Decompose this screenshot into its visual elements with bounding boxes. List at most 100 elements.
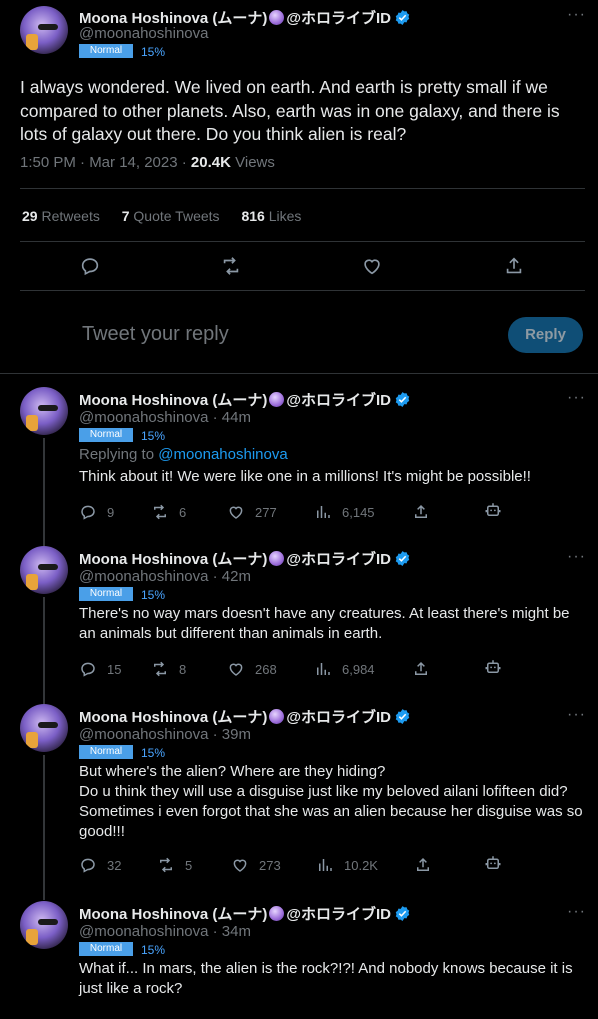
main-tweet: Moona Hoshinova (ムーナ) @ホロライブID @moonahos… (0, 0, 598, 372)
quotes-stat[interactable]: 7 Quote Tweets (122, 208, 220, 224)
divider (20, 188, 585, 189)
reply-action[interactable]: 15 (79, 660, 121, 678)
tweet-time[interactable]: 1:50 PM · Mar 14, 2023 · (20, 154, 187, 171)
views-action[interactable]: 10.2K (316, 856, 378, 874)
grok-action[interactable] (484, 854, 512, 872)
status-percent: 15% (141, 429, 166, 443)
avatar[interactable] (20, 387, 68, 435)
status-badge: Normal (79, 745, 133, 759)
crystal-ball-icon (269, 551, 285, 566)
grok-action[interactable] (484, 501, 512, 519)
status-badge: Normal (79, 587, 133, 601)
share-action[interactable] (414, 856, 442, 874)
reply-input[interactable]: Tweet your reply (82, 323, 229, 346)
retweets-stat[interactable]: 29 Retweets (22, 208, 100, 224)
replying-to-link[interactable]: @moonahoshinova (158, 446, 287, 463)
reply-tweet[interactable]: Moona Hoshinova (ムーナ) @ホロライブID @moonahos… (0, 546, 598, 696)
views-label: Views (235, 154, 275, 171)
author-name-suffix[interactable]: @ホロライブID (286, 389, 391, 410)
tweet-text-line: Do u think they will use a disguise just… (79, 783, 583, 840)
more-options-icon[interactable]: ··· (567, 390, 586, 406)
status-percent: 15% (141, 943, 166, 957)
views-count: 6,145 (342, 504, 375, 520)
engagement-stats: 29 Retweets 7 Quote Tweets 816 Likes (22, 208, 319, 224)
author-name-suffix[interactable]: @ホロライブID (286, 706, 391, 727)
author-handle[interactable]: @moonahoshinova · 39m (79, 726, 251, 743)
verified-badge-icon (395, 551, 410, 566)
share-icon[interactable] (503, 255, 525, 277)
reply-icon[interactable] (79, 255, 101, 277)
status-badge: Normal (79, 428, 133, 442)
retweet-icon[interactable] (220, 255, 242, 277)
author-name-row[interactable]: Moona Hoshinova (ムーナ) @ホロライブID (79, 903, 411, 924)
views-icon (317, 506, 330, 518)
retweet-action[interactable]: 6 (151, 503, 186, 521)
reply-action[interactable]: 32 (79, 856, 121, 874)
tweet-text: Think about it! We were like one in a mi… (79, 468, 531, 485)
share-action[interactable] (412, 660, 440, 678)
reply-tweet[interactable]: Moona Hoshinova (ムーナ) @ホロライブID @moonahos… (0, 901, 598, 1019)
more-options-icon[interactable]: ··· (567, 904, 586, 920)
reply-count: 9 (107, 504, 115, 520)
views-icon (319, 859, 332, 871)
retweet-count: 6 (179, 504, 187, 520)
likes-stat[interactable]: 816 Likes (241, 208, 301, 224)
replying-to: Replying to @moonahoshinova (79, 446, 288, 463)
author-handle[interactable]: @moonahoshinova · 34m (79, 923, 251, 940)
author-name-suffix[interactable]: @ホロライブID (286, 903, 391, 924)
more-options-icon[interactable]: ··· (567, 7, 586, 23)
more-options-icon[interactable]: ··· (567, 549, 586, 565)
author-name-row[interactable]: Moona Hoshinova (ムーナ) @ホロライブID (79, 706, 411, 727)
views-count: 10.2K (344, 857, 378, 873)
like-icon[interactable] (361, 255, 383, 277)
grok-action[interactable] (484, 658, 512, 676)
author-name[interactable]: Moona Hoshinova (ムーナ) (79, 706, 267, 727)
author-handle[interactable]: @moonahoshinova (79, 25, 208, 42)
status-percent: 15% (141, 746, 166, 760)
reply-tweet[interactable]: Moona Hoshinova (ムーナ) @ホロライブID @moonahos… (0, 704, 598, 894)
author-name-row[interactable]: Moona Hoshinova (ムーナ) @ホロライブID (79, 548, 411, 569)
reply-action[interactable]: 9 (79, 503, 114, 521)
views-action[interactable]: 6,145 (314, 503, 375, 521)
like-count: 268 (255, 661, 277, 677)
verified-badge-icon (395, 709, 410, 724)
reply-count: 15 (107, 661, 122, 677)
author-handle[interactable]: @moonahoshinova · 42m (79, 568, 251, 585)
robot-icon (485, 856, 501, 869)
retweet-icon (154, 661, 166, 677)
robot-icon (485, 660, 501, 673)
reply-button[interactable]: Reply (508, 317, 583, 353)
like-action[interactable]: 273 (231, 856, 281, 874)
reply-tweet[interactable]: Moona Hoshinova (ムーナ) @ホロライブID @moonahos… (0, 387, 598, 537)
avatar[interactable] (20, 901, 68, 949)
divider (20, 290, 585, 291)
retweet-icon (154, 504, 166, 520)
author-name-suffix[interactable]: @ホロライブID (286, 548, 391, 569)
verified-badge-icon (395, 906, 410, 921)
retweet-action[interactable]: 8 (151, 660, 186, 678)
author-name[interactable]: Moona Hoshinova (ムーナ) (79, 548, 267, 569)
avatar[interactable] (20, 6, 68, 54)
crystal-ball-icon (269, 392, 285, 407)
like-icon (233, 859, 247, 872)
crystal-ball-icon (269, 10, 285, 25)
like-action[interactable]: 268 (227, 660, 277, 678)
reply-icon (81, 662, 95, 677)
author-handle[interactable]: @moonahoshinova · 44m (79, 409, 251, 426)
share-action[interactable] (412, 503, 440, 521)
author-name-row[interactable]: Moona Hoshinova (ムーナ) @ホロライブID (79, 389, 411, 410)
author-name-suffix[interactable]: @ホロライブID (286, 7, 391, 28)
like-action[interactable]: 277 (227, 503, 277, 521)
author-name[interactable]: Moona Hoshinova (ムーナ) (79, 389, 267, 410)
views-count: 6,984 (342, 661, 375, 677)
views-action[interactable]: 6,984 (314, 660, 375, 678)
retweet-action[interactable]: 5 (157, 856, 192, 874)
more-options-icon[interactable]: ··· (567, 707, 586, 723)
tweet-text: There's no way mars doesn't have any cre… (79, 605, 570, 642)
retweet-count: 5 (185, 857, 193, 873)
like-icon (229, 506, 243, 519)
author-name[interactable]: Moona Hoshinova (ムーナ) (79, 903, 267, 924)
avatar[interactable] (20, 546, 68, 594)
avatar[interactable] (20, 704, 68, 752)
tweet-text: I always wondered. We lived on earth. An… (20, 77, 560, 144)
